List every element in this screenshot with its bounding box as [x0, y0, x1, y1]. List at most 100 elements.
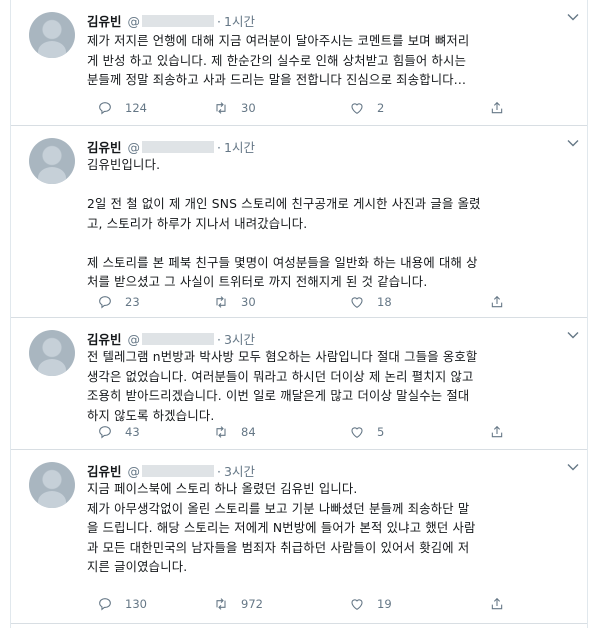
display-name[interactable]: 김유빈 — [87, 140, 122, 155]
tweet-text-line: 게 반성 하고 있습니다. 제 한순간의 실수로 인해 상처받고 힘들어 하시는 — [87, 53, 467, 68]
tweet-header: 김유빈 @ · 3시간 — [87, 461, 577, 479]
retweet-icon — [216, 426, 226, 438]
tweet-text: 지금 페이스북에 스토리 하나 올렸던 김유빈 입니다. 제가 아무생각없이 올린… — [87, 480, 575, 578]
redacted-handle — [142, 15, 215, 27]
retweet-button[interactable]: 30 — [213, 98, 256, 118]
tweet-header: 김유빈 @ · 1시간 — [87, 11, 577, 29]
share-icon — [491, 425, 503, 438]
tweet-text-line: 과 모든 대한민국의 남자들을 범죄자 취급하던 사람들이 있어서 홧김에 저 — [87, 540, 470, 555]
display-name[interactable]: 김유빈 — [87, 14, 122, 29]
tweet-text-line: 분들께 정말 죄송하고 사과 드리는 말을 전합니다 진심으로 죄송합니다... — [87, 73, 467, 87]
retweet-button[interactable]: 972 — [213, 594, 263, 614]
share-button[interactable] — [489, 594, 517, 614]
tweet-text: 김유빈입니다. 2일 전 철 없이 제 개인 SNS 스토리에 친구공개로 게시한… — [87, 156, 575, 293]
like-count: 5 — [377, 425, 385, 439]
retweet-icon — [216, 296, 226, 308]
tweet-text-line: 지금 페이스북에 스토리 하나 올렸던 김유빈 입니다. — [87, 482, 358, 496]
tweet-2[interactable]: 김유빈 @ · 1시간 김유빈입니다. 2일 전 철 없이 제 개인 SNS 스토리에 … — [11, 126, 587, 318]
retweet-count: 84 — [241, 425, 256, 439]
timeline: 김유빈 @ · 1시간 제가 저지른 언행에 대해 지금 여러분이 달아주시는 코멘트… — [10, 0, 588, 628]
reply-button[interactable]: 124 — [97, 98, 147, 118]
handle-prefix: @ — [127, 14, 141, 29]
retweet-count: 30 — [241, 295, 256, 309]
chevron-down-icon[interactable] — [567, 138, 579, 148]
tweet-actions: 124 30 2 — [87, 98, 577, 118]
display-name[interactable]: 김유빈 — [87, 464, 122, 479]
tweet-header: 김유빈 @ · 3시간 — [87, 329, 577, 347]
tweet-actions: 43 84 5 — [87, 422, 577, 442]
retweet-button[interactable]: 84 — [213, 422, 256, 442]
timestamp[interactable]: 1시간 — [224, 14, 255, 29]
retweet-button[interactable]: 30 — [213, 292, 256, 312]
tweet-text-line: 제가 아무생각없이 올린 스토리를 보고 기분 나빠셨던 분들께 죄송하단 말 — [87, 501, 470, 516]
reply-icon — [99, 296, 111, 309]
tweet-header: 김유빈 @ · 1시간 — [87, 137, 577, 155]
separator-dot: · — [217, 332, 221, 347]
redacted-handle — [142, 141, 215, 153]
avatar[interactable] — [29, 330, 75, 376]
reply-count: 130 — [125, 597, 147, 611]
user-handle[interactable]: @ — [128, 332, 215, 347]
user-handle[interactable]: @ — [128, 14, 215, 29]
share-button[interactable] — [489, 292, 517, 312]
avatar[interactable] — [29, 12, 75, 58]
heart-icon — [351, 297, 363, 308]
tweet-4[interactable]: 김유빈 @ · 3시간 지금 페이스북에 스토리 하나 올렸던 김유빈 입니다. 제가 … — [11, 450, 587, 624]
like-count: 2 — [377, 101, 385, 115]
tweet-3[interactable]: 김유빈 @ · 3시간 전 텔레그램 n번방과 박사방 모두 혐오하는 사람입니다 절… — [11, 318, 587, 450]
tweet-text: 전 텔레그램 n번방과 박사방 모두 혐오하는 사람입니다 절대 그들을 옹호할… — [87, 348, 575, 426]
reply-icon — [99, 598, 111, 611]
retweet-count: 972 — [241, 597, 263, 611]
separator-dot: · — [217, 140, 221, 155]
tweet-text-line: 처를 받으셨고 그 사실이 트위터로 까지 전해지게 된 것 같습니다. — [87, 275, 428, 289]
like-button[interactable]: 18 — [349, 292, 392, 312]
share-icon — [491, 101, 503, 114]
reply-button[interactable]: 23 — [97, 292, 140, 312]
timestamp[interactable]: 1시간 — [224, 140, 255, 155]
reply-count: 43 — [125, 425, 140, 439]
share-icon — [491, 597, 503, 610]
redacted-handle — [142, 465, 215, 477]
tweet-text-line: 생각은 없었습니다. 여러분들이 뭐라고 하시던 더이상 제 논리 펼치지 않고 — [87, 369, 474, 384]
tweet-text-line: 고, 스토리가 하루가 지나서 내려갔습니다. — [87, 216, 308, 231]
tweet-actions: 23 30 18 — [87, 292, 577, 312]
reply-button[interactable]: 130 — [97, 594, 147, 614]
tweet-1[interactable]: 김유빈 @ · 1시간 제가 저지른 언행에 대해 지금 여러분이 달아주시는 코멘트… — [11, 0, 587, 126]
reply-count: 124 — [125, 101, 147, 115]
tweet-text-line: 김유빈입니다. — [87, 158, 161, 172]
reply-icon — [99, 426, 111, 439]
like-button[interactable]: 5 — [349, 422, 384, 442]
heart-icon — [351, 427, 363, 438]
tweet-text-line: 전 텔레그램 n번방과 박사방 모두 혐오하는 사람입니다 절대 그들을 옹호할 — [87, 350, 478, 364]
timestamp[interactable]: 3시간 — [224, 332, 255, 347]
user-handle[interactable]: @ — [128, 140, 215, 155]
retweet-icon — [216, 598, 226, 610]
display-name[interactable]: 김유빈 — [87, 332, 122, 347]
like-count: 19 — [377, 597, 392, 611]
like-button[interactable]: 2 — [349, 98, 384, 118]
timestamp[interactable]: 3시간 — [224, 464, 255, 479]
chevron-down-icon[interactable] — [567, 12, 579, 22]
separator-dot: · — [217, 14, 221, 29]
avatar[interactable] — [29, 462, 75, 508]
handle-prefix: @ — [127, 464, 141, 479]
tweet-text-line: 제가 저지른 언행에 대해 지금 여러분이 달아주시는 코멘트를 보며 뼈저리 — [87, 34, 470, 48]
reply-icon — [99, 102, 111, 115]
tweet-text-line: 지른 글이였습니다. — [87, 560, 188, 574]
retweet-icon — [216, 102, 226, 114]
reply-button[interactable]: 43 — [97, 422, 140, 442]
tweet-text-line: 제 스토리를 본 페북 친구들 몇명이 여성분들을 일반화 하는 내용에 대해 … — [87, 255, 478, 270]
share-button[interactable] — [489, 422, 517, 442]
chevron-down-icon[interactable] — [567, 330, 579, 340]
chevron-down-icon[interactable] — [567, 462, 579, 472]
separator-dot: · — [217, 464, 221, 479]
avatar[interactable] — [29, 138, 75, 184]
share-icon — [491, 295, 503, 308]
user-handle[interactable]: @ — [128, 464, 215, 479]
tweet-text-line: 조용히 받아드리겠습니다. 이번 일로 깨달은게 많고 더이상 말실수는 절대 — [87, 389, 470, 403]
share-button[interactable] — [489, 98, 517, 118]
like-button[interactable]: 19 — [349, 594, 392, 614]
heart-icon — [351, 103, 363, 114]
